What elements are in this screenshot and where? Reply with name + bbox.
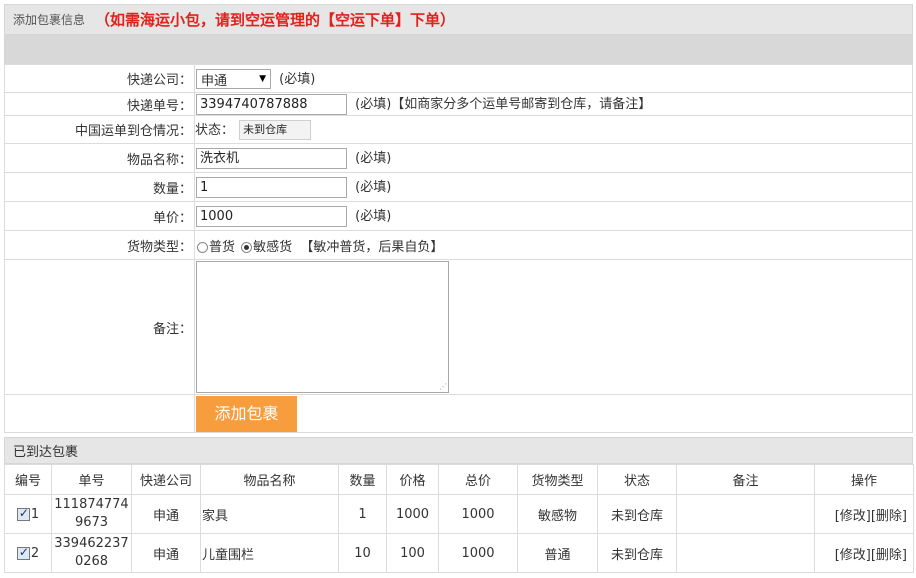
column-header: 编号 bbox=[4, 464, 52, 495]
row-status: 未到仓库 bbox=[597, 533, 677, 573]
tracking-note: (必填)【如商家分多个运单号邮寄到仓库，请备注】 bbox=[355, 97, 652, 112]
arrival-label: 中国运单到仓情况： bbox=[4, 115, 195, 144]
item-name-input[interactable]: 洗衣机 bbox=[196, 148, 347, 169]
chevron-down-icon: ▼ bbox=[259, 74, 266, 85]
quantity-label: 数量： bbox=[4, 172, 195, 202]
item-name-label: 物品名称： bbox=[4, 143, 195, 173]
column-header: 状态 bbox=[597, 464, 677, 495]
page: 添加包裹信息 （如需海运小包，请到空运管理的【空运下单】下单） 快递公司： 申通… bbox=[4, 4, 914, 573]
column-header: 备注 bbox=[676, 464, 815, 495]
courier-select-value: 申通 bbox=[201, 73, 228, 89]
column-header: 物品名称 bbox=[200, 464, 339, 495]
arrived-packages-table: 编号 单号 快递公司 物品名称 数量 价格 总价 货物类型 状态 备注 操作 1… bbox=[4, 464, 914, 573]
column-header: 单号 bbox=[51, 464, 132, 495]
cargo-type-label: 货物类型： bbox=[4, 230, 195, 260]
quantity-input[interactable]: 1 bbox=[196, 177, 347, 198]
cargo-type-sensitive-radio[interactable] bbox=[241, 241, 253, 253]
cargo-type-normal-radio[interactable] bbox=[197, 241, 208, 253]
column-header: 快递公司 bbox=[131, 464, 201, 495]
row-checkbox[interactable] bbox=[16, 506, 30, 521]
table-row: 1 111874774 9673 申通 家具 1 1000 1000 敏感物 未到… bbox=[4, 494, 914, 534]
row-price: 1000 bbox=[386, 494, 439, 534]
row-status: 未到仓库 bbox=[597, 494, 677, 534]
tracking-label: 快递单号： bbox=[4, 92, 195, 116]
cargo-type-warning: 【敏冲普货，后果自负】 bbox=[300, 239, 444, 255]
resize-grip-icon[interactable]: ⋰ bbox=[439, 382, 447, 391]
package-form: 快递公司： 申通 ▼ (必填) 快递单号： 3394740787888 (必填)… bbox=[4, 64, 913, 433]
edit-link[interactable]: [修改] bbox=[835, 548, 871, 563]
row-item-name: 家具 bbox=[200, 494, 339, 534]
column-header: 数量 bbox=[338, 464, 387, 495]
remark-textarea[interactable]: ⋰ bbox=[196, 261, 449, 393]
delete-link[interactable]: [删除] bbox=[871, 548, 907, 563]
row-tracking-line1: 111874774 bbox=[54, 497, 129, 512]
row-remark bbox=[676, 494, 815, 534]
row-cargo-type: 敏感物 bbox=[517, 494, 598, 534]
form-title-bar: 添加包裹信息 （如需海运小包，请到空运管理的【空运下单】下单） bbox=[4, 4, 913, 35]
item-name-note: (必填) bbox=[355, 151, 392, 166]
row-remark bbox=[676, 533, 815, 573]
column-header: 操作 bbox=[814, 464, 914, 495]
price-note: (必填) bbox=[355, 209, 392, 224]
edit-link[interactable]: [修改] bbox=[835, 509, 871, 524]
price-input[interactable]: 1000 bbox=[196, 206, 347, 227]
column-header: 总价 bbox=[438, 464, 518, 495]
row-tracking-line2: 9673 bbox=[74, 515, 109, 530]
table-row: 2 339462237 0268 申通 儿童围栏 10 100 1000 普通 未… bbox=[4, 533, 914, 573]
arrival-status-label: 状态： bbox=[195, 122, 235, 138]
tracking-input[interactable]: 3394740787888 bbox=[196, 94, 347, 115]
row-quantity: 10 bbox=[338, 533, 387, 573]
row-checkbox[interactable] bbox=[16, 545, 30, 560]
form-title: 添加包裹信息 bbox=[13, 13, 86, 27]
row-cargo-type: 普通 bbox=[517, 533, 598, 573]
arrived-packages-title: 已到达包裹 bbox=[4, 437, 913, 464]
row-quantity: 1 bbox=[338, 494, 387, 534]
cargo-type-normal-label: 普货 bbox=[209, 239, 236, 255]
row-tracking-line2: 0268 bbox=[74, 554, 109, 569]
row-id: 2 bbox=[30, 545, 40, 561]
row-total: 1000 bbox=[438, 533, 518, 573]
row-courier: 申通 bbox=[131, 494, 201, 534]
arrival-status-field: 未到仓库 bbox=[239, 120, 312, 141]
row-item-name: 儿童围栏 bbox=[200, 533, 339, 573]
price-label: 单价： bbox=[4, 201, 195, 231]
delete-link[interactable]: [删除] bbox=[871, 509, 907, 524]
courier-select[interactable]: 申通 ▼ bbox=[196, 69, 271, 90]
row-courier: 申通 bbox=[131, 533, 201, 573]
remark-label: 备注： bbox=[4, 259, 195, 395]
cargo-type-sensitive-label: 敏感货 bbox=[253, 239, 293, 255]
header-band bbox=[4, 35, 913, 64]
column-header: 货物类型 bbox=[517, 464, 598, 495]
row-tracking-line1: 339462237 bbox=[54, 536, 129, 551]
column-header: 价格 bbox=[386, 464, 439, 495]
row-id: 1 bbox=[30, 506, 40, 522]
sea-freight-notice: （如需海运小包，请到空运管理的【空运下单】下单） bbox=[95, 11, 456, 29]
row-price: 100 bbox=[386, 533, 439, 573]
courier-label: 快递公司： bbox=[4, 64, 195, 93]
quantity-note: (必填) bbox=[355, 180, 392, 195]
courier-required-note: (必填) bbox=[279, 71, 316, 87]
table-header-row: 编号 单号 快递公司 物品名称 数量 价格 总价 货物类型 状态 备注 操作 bbox=[4, 464, 914, 495]
row-total: 1000 bbox=[438, 494, 518, 534]
add-package-button[interactable]: 添加包裹 bbox=[196, 395, 297, 432]
